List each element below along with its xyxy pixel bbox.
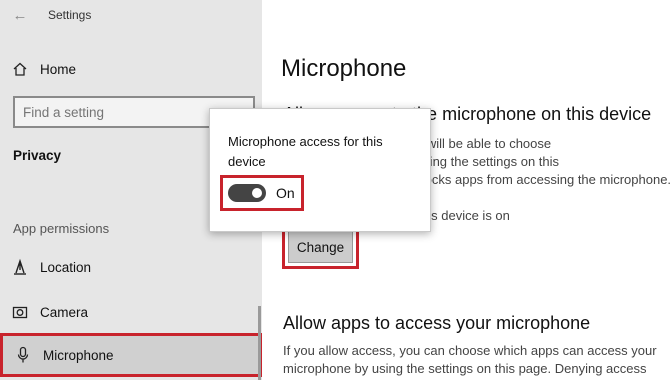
apps-section-heading: Allow apps to access your microphone	[283, 313, 591, 333]
change-button-label: Change	[288, 231, 353, 263]
sidebar-item-location[interactable]: Location	[0, 249, 262, 285]
sidebar-item-label: Location	[40, 259, 92, 275]
toggle-switch[interactable]	[228, 184, 266, 202]
microphone-icon	[13, 345, 33, 365]
home-icon	[10, 59, 30, 79]
group-title-app-permissions: App permissions	[13, 221, 110, 236]
back-arrow-icon[interactable]: ←	[10, 6, 30, 26]
sidebar-item-home[interactable]: Home	[0, 51, 262, 87]
sidebar-item-camera[interactable]: Camera	[0, 294, 262, 330]
page-title: Microphone	[281, 55, 407, 82]
sidebar-item-label: Camera	[40, 304, 89, 320]
popup-text: Microphone access for this device	[228, 134, 383, 169]
apps-description-line-2: microphone by using the settings on this…	[283, 361, 647, 376]
location-icon	[10, 257, 30, 277]
title-bar: ← Settings	[0, 0, 262, 32]
window-title: Settings	[48, 8, 92, 22]
microphone-access-popup: Microphone access for this device On	[209, 108, 431, 232]
sidebar-scrollbar[interactable]	[258, 306, 261, 380]
camera-icon	[10, 302, 30, 322]
toggle-label: On	[276, 185, 295, 201]
sidebar-item-label: Home	[40, 61, 77, 77]
sidebar-item-microphone[interactable]: Microphone	[0, 333, 262, 377]
sidebar-item-label: Microphone	[43, 347, 114, 363]
section-title-privacy: Privacy	[13, 148, 62, 163]
toggle-knob	[252, 188, 262, 198]
microphone-access-toggle[interactable]: On	[220, 175, 304, 211]
